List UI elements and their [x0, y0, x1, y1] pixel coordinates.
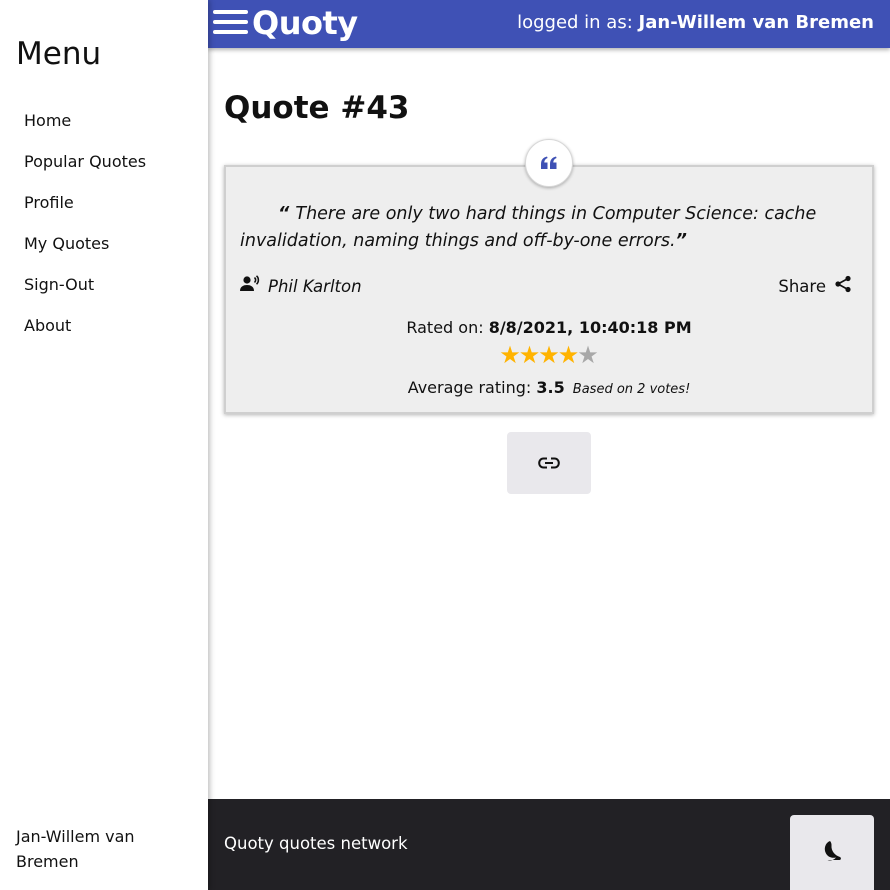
theme-toggle-button[interactable] — [790, 815, 874, 890]
average-rating: Average rating: 3.5 Based on 2 votes! — [226, 378, 872, 397]
star-icon[interactable]: ★ — [577, 343, 599, 367]
logged-in-label: logged in as: — [517, 12, 633, 33]
hamburger-icon[interactable] — [213, 10, 248, 38]
star-icon[interactable]: ★ — [499, 343, 521, 367]
quote-body: There are only two hard things in Comput… — [240, 204, 817, 251]
open-quote-mark: “ — [278, 204, 296, 224]
menu-list: Home Popular Quotes Profile My Quotes Si… — [0, 108, 208, 354]
copy-link-button[interactable] — [507, 432, 591, 494]
menu-item-sign-out[interactable]: Sign-Out — [0, 272, 208, 313]
menu-item-my-quotes[interactable]: My Quotes — [0, 231, 208, 272]
quote-card: “ There are only two hard things in Comp… — [224, 165, 874, 414]
footer: Quoty quotes network — [208, 799, 890, 890]
footer-text: Quoty quotes network — [224, 834, 408, 853]
sidebar: Menu Home Popular Quotes Profile My Quot… — [0, 0, 208, 890]
star-icon[interactable]: ★ — [558, 343, 580, 367]
close-quote-mark: ” — [675, 231, 687, 251]
menu-item-home[interactable]: Home — [0, 108, 208, 149]
sidebar-user-name: Jan-Willem van Bremen — [16, 827, 135, 871]
menu-item-about[interactable]: About — [0, 313, 208, 354]
author-row: Phil Karlton — [240, 275, 362, 297]
moon-icon — [822, 840, 842, 866]
link-icon — [538, 454, 560, 473]
menu-item-profile[interactable]: Profile — [0, 190, 208, 231]
rated-label: Rated on: — [406, 318, 484, 337]
menu-title: Menu — [16, 36, 102, 72]
avg-label: Average rating: — [407, 378, 532, 397]
app-header: Quoty logged in as: Jan-Willem van Breme… — [208, 0, 890, 48]
share-label: Share — [778, 276, 826, 296]
speaker-icon — [240, 275, 260, 297]
logged-in-user: Jan-Willem van Bremen — [638, 12, 874, 33]
star-icon[interactable]: ★ — [538, 343, 560, 367]
quote-text: “ There are only two hard things in Comp… — [240, 201, 840, 255]
rated-on: Rated on: 8/8/2021, 10:40:18 PM — [226, 318, 872, 337]
menu-item-popular-quotes[interactable]: Popular Quotes — [0, 149, 208, 190]
main-content: Quote #43 “ There are only two hard thin… — [208, 48, 890, 798]
star-rating[interactable]: ★★★★★ — [226, 343, 872, 367]
page-title: Quote #43 — [224, 90, 410, 126]
star-icon[interactable]: ★ — [519, 343, 541, 367]
quote-icon — [525, 139, 573, 187]
avg-value: 3.5 — [536, 378, 565, 397]
app-brand[interactable]: Quoty — [252, 4, 358, 42]
author-name[interactable]: Phil Karlton — [268, 277, 362, 296]
votes-note: Based on 2 votes! — [572, 382, 691, 397]
share-button[interactable]: Share — [778, 275, 852, 297]
logged-in-info: logged in as: Jan-Willem van Bremen — [517, 12, 874, 33]
rated-date: 8/8/2021, 10:40:18 PM — [488, 318, 692, 337]
share-icon — [826, 275, 852, 297]
